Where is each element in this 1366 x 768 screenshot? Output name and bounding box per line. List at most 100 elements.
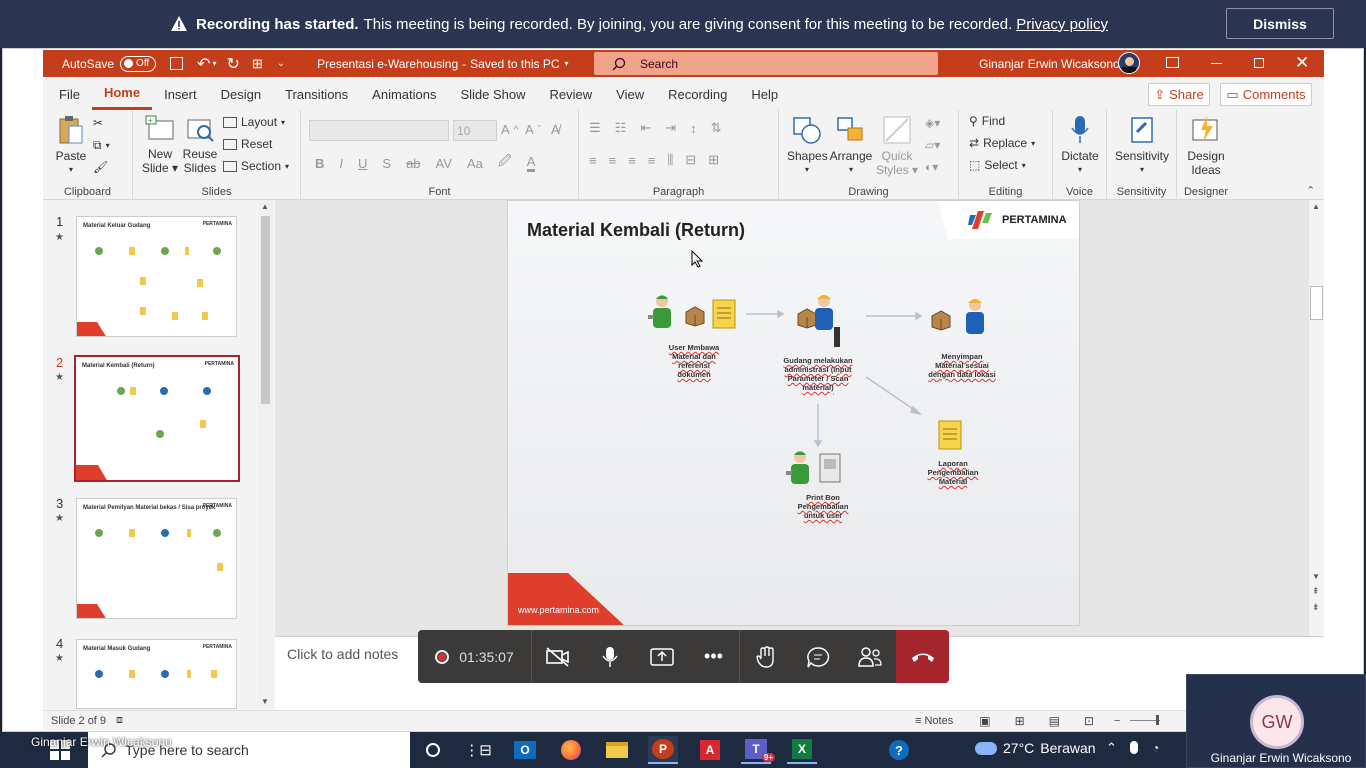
italic-icon[interactable]: I (339, 156, 343, 171)
chat-button[interactable] (792, 630, 844, 683)
tab-animations[interactable]: Animations (360, 78, 448, 110)
line-spacing-icon[interactable]: ↕ (690, 121, 697, 136)
present-icon[interactable]: ⊞ (252, 56, 263, 72)
weather-widget[interactable]: 27°C Berawan (975, 740, 1096, 756)
character-spacing-icon[interactable]: AV (436, 156, 452, 171)
change-case-icon[interactable]: Aa (467, 156, 483, 171)
next-slide-icon[interactable]: ⇟ (1312, 602, 1320, 613)
tab-home[interactable]: Home (91, 78, 153, 110)
find-button[interactable]: ⚲ Find (969, 114, 1005, 128)
task-view-icon[interactable] (418, 736, 448, 764)
comments-button[interactable]: ▭ Comments (1220, 83, 1312, 106)
ribbon-display-options-icon[interactable] (1166, 57, 1179, 68)
shape-outline-icon[interactable]: ▱▾ (925, 138, 940, 152)
align-right-icon[interactable]: ≡ (628, 153, 636, 168)
redo-icon[interactable]: ↻ (226, 54, 239, 74)
customize-toolbar-icon[interactable]: ⌄ (277, 58, 285, 69)
slide-sorter-icon[interactable]: ⊞ (1015, 714, 1025, 728)
scroll-down-icon[interactable]: ▼ (261, 697, 269, 706)
help-icon[interactable]: ? (884, 736, 914, 764)
account-name[interactable]: Ginanjar Erwin Wicaksono (979, 57, 1120, 71)
align-center-icon[interactable]: ≡ (609, 153, 617, 168)
shape-effects-icon[interactable]: ◐▾ (925, 160, 938, 174)
font-size-dropdown[interactable]: 10 (453, 120, 497, 141)
excel-icon[interactable]: X (787, 736, 817, 764)
zoom-slider[interactable] (1130, 715, 1161, 725)
tab-file[interactable]: File (43, 78, 92, 110)
tab-help[interactable]: Help (739, 78, 790, 110)
tab-recording[interactable]: Recording (656, 78, 739, 110)
account-avatar[interactable] (1118, 52, 1140, 74)
format-painter-icon[interactable]: 🖌 (93, 160, 108, 174)
reuse-slides-button[interactable]: Reuse Slides (181, 114, 219, 175)
dismiss-button[interactable]: Dismiss (1226, 8, 1334, 39)
teams-icon[interactable]: T 9+ (741, 736, 775, 764)
privacy-policy-link[interactable]: Privacy policy (1016, 16, 1108, 33)
dictate-button[interactable]: Dictate ▾ (1059, 114, 1101, 177)
network-icon[interactable]: ◔ (1152, 741, 1159, 755)
paste-button[interactable]: Paste ▾ (53, 114, 89, 177)
widgets-icon[interactable]: ⋮⊟ (463, 736, 493, 764)
normal-view-icon[interactable]: ▣ (979, 714, 990, 728)
zoom-out-icon[interactable]: − (1114, 715, 1120, 727)
accessibility-icon[interactable]: ⧈ (116, 714, 123, 727)
microphone-toggle[interactable] (584, 630, 636, 683)
minimize-icon[interactable] (1211, 63, 1222, 65)
decrease-font-icon[interactable]: Aˇ (525, 122, 541, 137)
section-button[interactable]: Section ▾ (223, 159, 289, 173)
scroll-down-icon[interactable]: ▼ (1312, 572, 1320, 581)
justify-icon[interactable]: ≡ (648, 153, 656, 168)
document-title[interactable]: Presentasi e-Warehousing (317, 57, 458, 71)
bullets-icon[interactable]: ☰ (589, 120, 601, 136)
reading-view-icon[interactable]: ▤ (1049, 714, 1060, 728)
tab-view[interactable]: View (604, 78, 656, 110)
bold-icon[interactable]: B (315, 156, 324, 171)
restore-icon[interactable] (1254, 58, 1264, 68)
tab-transitions[interactable]: Transitions (273, 78, 360, 110)
columns-icon[interactable]: ⫼ (667, 152, 673, 168)
tab-review[interactable]: Review (538, 78, 605, 110)
decrease-indent-icon[interactable]: ⇤ (640, 120, 651, 136)
leave-call-button[interactable] (896, 630, 949, 683)
increase-indent-icon[interactable]: ⇥ (665, 120, 676, 136)
scrollbar-thumb[interactable] (1310, 286, 1323, 320)
slide-thumbnail-4[interactable]: Material Masuk Gudang PERTAMINA (76, 639, 237, 709)
collapse-ribbon-icon[interactable]: ⌃ (1306, 184, 1315, 197)
participants-button[interactable] (844, 630, 896, 683)
scrollbar-thumb[interactable] (261, 216, 270, 404)
shadow-icon[interactable]: S (382, 156, 391, 171)
save-status[interactable]: Saved to this PC (470, 57, 559, 71)
firefox-icon[interactable] (556, 736, 586, 764)
design-ideas-button[interactable]: Design Ideas (1181, 114, 1231, 177)
scroll-up-icon[interactable]: ▲ (261, 202, 269, 211)
share-button[interactable]: ⇪ Share (1148, 83, 1210, 106)
undo-dropdown-icon[interactable]: ▾ (212, 59, 216, 68)
current-slide[interactable]: Material Kembali (Return) PERTAMINA www.… (507, 200, 1080, 626)
undo-icon[interactable]: ↶ (197, 54, 210, 74)
slide-thumbnail-1[interactable]: Material Keluar Gudang PERTAMINA (76, 216, 237, 337)
shapes-button[interactable]: Shapes ▾ (787, 114, 828, 177)
align-left-icon[interactable]: ≡ (589, 153, 597, 168)
acrobat-icon[interactable]: A (695, 736, 725, 764)
select-button[interactable]: ⬚ Select ▾ (969, 158, 1026, 172)
highlight-icon[interactable]: 🖉 (498, 152, 512, 174)
increase-font-icon[interactable]: A ^ (501, 122, 519, 137)
smartart-icon[interactable]: ⊞ (708, 152, 719, 168)
chevron-down-icon[interactable]: ▾ (565, 59, 569, 68)
tab-insert[interactable]: Insert (152, 78, 209, 110)
thumbnail-scrollbar[interactable]: ▲ ▼ (258, 200, 273, 708)
reset-button[interactable]: Reset (223, 137, 272, 151)
previous-slide-icon[interactable]: ⇞ (1312, 586, 1320, 597)
outlook-icon[interactable]: O (510, 736, 540, 764)
tab-design[interactable]: Design (209, 78, 273, 110)
share-screen-button[interactable] (636, 630, 688, 683)
clear-formatting-icon[interactable]: A̸ (551, 122, 560, 137)
copy-icon[interactable]: ⧉ ▾ (93, 138, 110, 153)
shape-fill-icon[interactable]: ◈▾ (925, 116, 940, 130)
camera-toggle[interactable] (532, 630, 584, 683)
font-name-dropdown[interactable] (309, 120, 449, 141)
save-icon[interactable] (170, 57, 184, 70)
arrange-button[interactable]: Arrange ▾ (829, 114, 873, 177)
notes-button[interactable]: ≡ Notes (915, 715, 953, 727)
quick-styles-button[interactable]: Quick Styles ▾ (875, 114, 919, 177)
